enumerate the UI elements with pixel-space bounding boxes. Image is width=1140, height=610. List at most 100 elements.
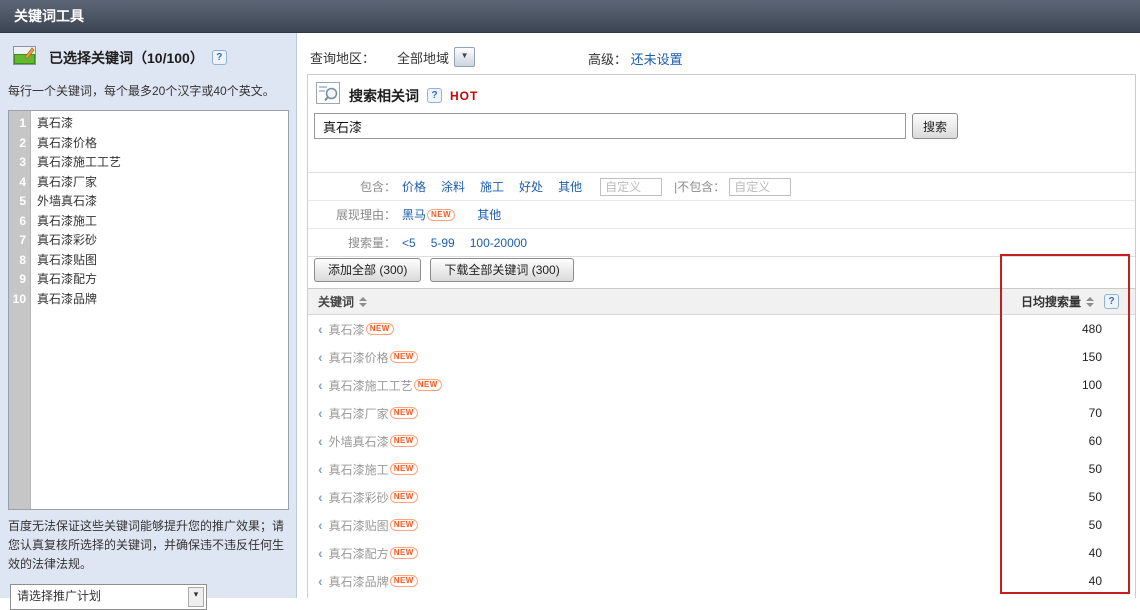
include-option-other[interactable]: 其他 bbox=[558, 178, 582, 195]
volume-option-100-20000[interactable]: 100-20000 bbox=[470, 236, 527, 250]
reason-filter-row: 展现理由： 黑马NEW 其他 bbox=[308, 200, 1135, 228]
disclaimer-text: 百度无法保证这些关键词能够提升您的推广效果；请您认真复核所选择的关键词，并确保违… bbox=[8, 517, 291, 574]
table-row: ‹真石漆施工NEW50 bbox=[308, 455, 1135, 483]
row-keyword: 真石漆厂家 bbox=[329, 405, 389, 422]
add-keyword-icon[interactable]: ‹ bbox=[318, 491, 323, 503]
include-option-coating[interactable]: 涂料 bbox=[441, 178, 465, 195]
selected-keyword-line: 3真石漆施工工艺 bbox=[9, 153, 288, 173]
line-number: 7 bbox=[9, 231, 26, 251]
exclude-custom-input[interactable] bbox=[729, 178, 791, 196]
new-badge: NEW bbox=[390, 351, 418, 363]
volume-column-header[interactable]: 日均搜索量 ? bbox=[1021, 293, 1119, 310]
keyword-column-header[interactable]: 关键词 bbox=[318, 293, 369, 310]
row-keyword: 外墙真石漆 bbox=[329, 433, 389, 450]
advanced-settings: 高级： 还未设置 bbox=[588, 49, 683, 68]
new-badge: NEW bbox=[414, 379, 442, 391]
include-custom-input[interactable] bbox=[600, 178, 662, 196]
row-keyword: 真石漆彩砂 bbox=[329, 489, 389, 506]
row-volume: 50 bbox=[1089, 518, 1102, 532]
sort-icon[interactable] bbox=[1086, 297, 1094, 307]
volume-option-lt5[interactable]: <5 bbox=[402, 236, 416, 250]
help-icon[interactable]: ? bbox=[1104, 294, 1119, 309]
promotion-plan-select[interactable]: 请选择推广计划 ▾ bbox=[10, 584, 207, 610]
table-row: ‹ 真石漆彩砂NEW 50 bbox=[308, 483, 1135, 511]
line-number: 6 bbox=[9, 212, 26, 232]
add-keyword-icon[interactable]: ‹ bbox=[318, 547, 323, 559]
row-keyword: 真石漆配方 bbox=[329, 545, 389, 562]
line-number: 5 bbox=[9, 192, 26, 212]
add-keyword-icon[interactable]: ‹ bbox=[318, 351, 323, 363]
add-keyword-icon[interactable]: ‹ bbox=[318, 575, 323, 587]
add-keyword-icon[interactable]: ‹ bbox=[318, 407, 323, 419]
table-row: ‹真石漆厂家NEW70 bbox=[308, 399, 1135, 427]
table-row: ‹ 真石漆NEW 480 bbox=[308, 315, 1135, 343]
row-volume: 100 bbox=[1082, 378, 1102, 392]
row-keyword: 真石漆施工工艺 bbox=[329, 377, 413, 394]
include-label: 包含： bbox=[308, 178, 396, 195]
new-badge: NEW bbox=[366, 323, 394, 335]
volume-filter-row: 搜索量： <5 5-99 100-20000 bbox=[308, 228, 1135, 256]
selected-keywords-textarea[interactable]: 1真石漆 2真石漆价格 3真石漆施工工艺 4 真石漆厂家 5 外墙真石漆 6 真石漆施… bbox=[8, 110, 289, 510]
selected-keyword: 真石漆彩砂 bbox=[37, 231, 97, 251]
reason-label: 展现理由： bbox=[308, 206, 396, 223]
add-keyword-icon[interactable]: ‹ bbox=[318, 519, 323, 531]
volume-option-5-99[interactable]: 5-99 bbox=[431, 236, 455, 250]
search-input[interactable] bbox=[314, 113, 906, 139]
new-badge: NEW bbox=[390, 519, 418, 531]
row-keyword: 真石漆 bbox=[329, 321, 365, 338]
add-keyword-icon[interactable]: ‹ bbox=[318, 379, 323, 391]
selected-keyword-line: 4 真石漆厂家 bbox=[9, 173, 288, 193]
new-badge: NEW bbox=[390, 547, 418, 559]
table-row: ‹真石漆价格NEW150 bbox=[308, 343, 1135, 371]
help-icon[interactable]: ? bbox=[427, 88, 442, 103]
search-button[interactable]: 搜索 bbox=[912, 113, 958, 139]
volume-label: 搜索量： bbox=[308, 234, 396, 251]
app-header: 关键词工具 bbox=[0, 0, 1140, 33]
add-keyword-icon[interactable]: ‹ bbox=[318, 463, 323, 475]
new-badge: NEW bbox=[390, 435, 418, 447]
region-dropdown-icon[interactable]: ▼ bbox=[454, 47, 475, 67]
sort-icon[interactable] bbox=[359, 297, 367, 307]
reason-option-other[interactable]: 其他 bbox=[477, 206, 501, 223]
filter-box: 包含： 价格 涂料 施工 好处 其他 |不包含： 展现理由： 黑马NEW 其他 … bbox=[308, 172, 1135, 257]
selected-keyword: 外墙真石漆 bbox=[37, 192, 97, 212]
selected-keywords-panel: 已选择关键词（10/100） ? 每行一个关键词，每个最多20个汉字或40个英文… bbox=[0, 33, 297, 598]
line-number: 10 bbox=[9, 290, 26, 310]
row-volume: 60 bbox=[1089, 434, 1102, 448]
selected-keyword: 真石漆施工工艺 bbox=[37, 153, 121, 173]
line-number: 1 bbox=[9, 114, 26, 134]
selected-keyword-line: 1真石漆 bbox=[9, 114, 288, 134]
help-icon[interactable]: ? bbox=[212, 50, 227, 65]
selected-keyword-line: 7 真石漆彩砂 bbox=[9, 231, 288, 251]
line-number: 2 bbox=[9, 134, 26, 154]
row-volume: 50 bbox=[1089, 462, 1102, 476]
select-arrow-icon[interactable]: ▾ bbox=[188, 587, 204, 607]
row-volume: 480 bbox=[1082, 322, 1102, 336]
line-number: 4 bbox=[9, 173, 26, 193]
line-number: 8 bbox=[9, 251, 26, 271]
bulk-actions: 添加全部 (300) 下载全部关键词 (300) bbox=[314, 258, 574, 282]
selected-keyword-line: 5 外墙真石漆 bbox=[9, 192, 288, 212]
search-doc-icon bbox=[316, 82, 340, 109]
include-option-benefit[interactable]: 好处 bbox=[519, 178, 543, 195]
add-keyword-icon[interactable]: ‹ bbox=[318, 435, 323, 447]
row-volume: 50 bbox=[1089, 490, 1102, 504]
add-all-button[interactable]: 添加全部 (300) bbox=[314, 258, 421, 282]
selected-keyword: 真石漆厂家 bbox=[37, 173, 97, 193]
add-keyword-icon[interactable]: ‹ bbox=[318, 323, 323, 335]
row-keyword: 真石漆施工 bbox=[329, 461, 389, 478]
advanced-not-set-link[interactable]: 还未设置 bbox=[631, 52, 683, 67]
region-value[interactable]: 全部地域 bbox=[397, 48, 449, 67]
selected-keyword-line: 2真石漆价格 bbox=[9, 134, 288, 154]
download-all-button[interactable]: 下载全部关键词 (300) bbox=[430, 258, 573, 282]
include-option-price[interactable]: 价格 bbox=[402, 178, 426, 195]
new-badge: NEW bbox=[390, 491, 418, 503]
new-badge: NEW bbox=[390, 575, 418, 587]
new-badge: NEW bbox=[427, 209, 455, 221]
selected-keyword-line: 8真石漆贴图 bbox=[9, 251, 288, 271]
table-row: ‹真石漆品牌NEW40 bbox=[308, 567, 1135, 595]
selected-keyword-line: 10真石漆品牌 bbox=[9, 290, 288, 310]
include-option-construction[interactable]: 施工 bbox=[480, 178, 504, 195]
region-row: 查询地区： 全部地域 ▼ bbox=[310, 47, 475, 67]
reason-option-heima[interactable]: 黑马 bbox=[402, 206, 426, 223]
